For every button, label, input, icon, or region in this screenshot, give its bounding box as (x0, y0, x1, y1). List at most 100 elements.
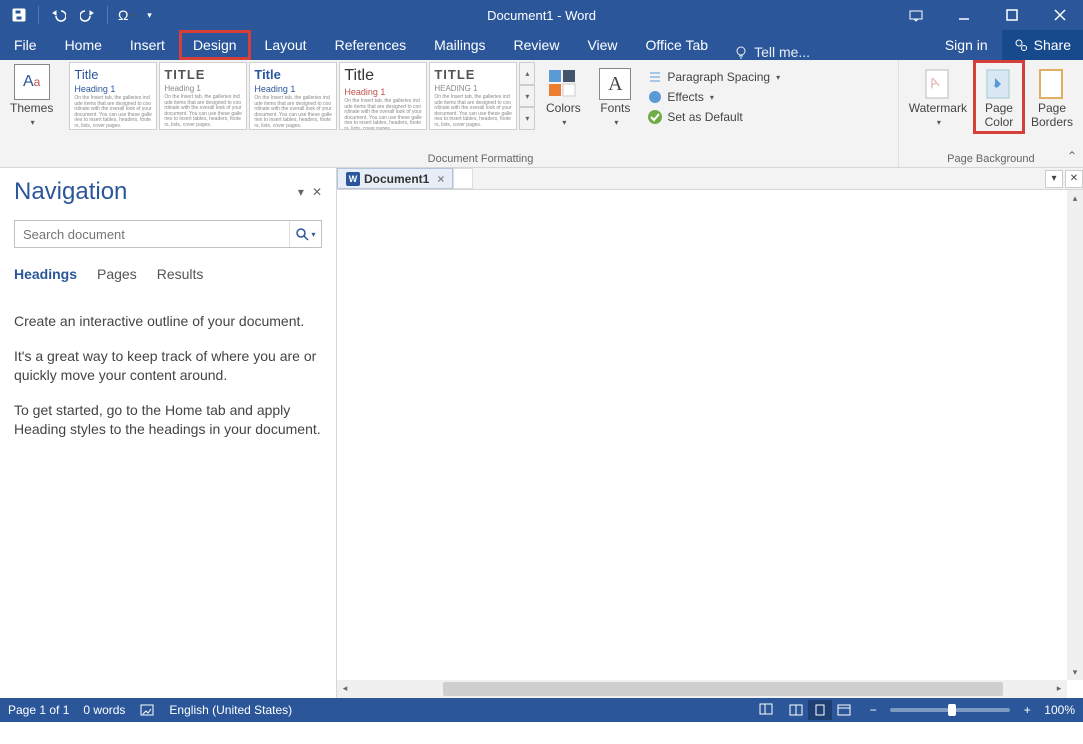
style-card[interactable]: TITLE HEADING 1 On the Insert tab, the g… (429, 62, 517, 130)
gallery-more-icon[interactable]: ▾ (519, 107, 535, 130)
status-bar: Page 1 of 1 0 words English (United Stat… (0, 698, 1083, 722)
document-tab-strip: W Document1 × ▾ ✕ (337, 168, 1083, 190)
style-gallery[interactable]: Title Heading 1 On the Insert tab, the g… (69, 62, 535, 148)
ribbon: Aa Themes ▾ Title Heading 1 On the Inser… (0, 60, 1083, 168)
status-language[interactable]: English (United States) (169, 703, 292, 717)
doc-formatting-label: Document Formatting (69, 151, 891, 167)
zoom-out-button[interactable]: − (866, 703, 880, 717)
read-mode-button[interactable] (784, 700, 808, 720)
colors-icon (547, 68, 579, 100)
collapse-ribbon-button[interactable]: ⌃ (1067, 149, 1077, 163)
zoom-slider[interactable] (890, 708, 1010, 712)
save-button[interactable] (6, 2, 32, 28)
nav-tab-pages[interactable]: Pages (97, 266, 137, 286)
vertical-scrollbar[interactable]: ▴ ▾ (1067, 190, 1083, 680)
page-borders-button[interactable]: Page Borders (1027, 62, 1077, 132)
scroll-down-icon[interactable]: ▾ (1067, 664, 1083, 680)
nav-close-icon[interactable]: ✕ (312, 185, 322, 199)
gallery-scroll[interactable]: ▴ ▾ ▾ (519, 62, 535, 130)
tab-references[interactable]: References (321, 30, 421, 60)
qat-customize[interactable]: ▾ (142, 2, 156, 28)
page-color-icon (983, 68, 1015, 100)
tab-home[interactable]: Home (51, 30, 116, 60)
watermark-button[interactable]: A Watermark▾ (905, 62, 971, 129)
redo-button[interactable] (75, 2, 101, 28)
tab-review[interactable]: Review (500, 30, 574, 60)
page-color-button[interactable]: Page Color (975, 62, 1023, 132)
themes-icon: Aa (14, 64, 50, 100)
group-document-formatting: Title Heading 1 On the Insert tab, the g… (63, 60, 898, 167)
page-bg-label: Page Background (905, 151, 1077, 167)
share-icon (1014, 38, 1028, 52)
zoom-level[interactable]: 100% (1044, 703, 1075, 717)
fonts-icon: A (599, 68, 631, 100)
style-card[interactable]: TITLE Heading 1 On the Insert tab, the g… (159, 62, 247, 130)
tell-me-search[interactable]: Tell me... (734, 44, 810, 60)
zoom-knob[interactable] (948, 704, 956, 716)
scroll-up-icon[interactable]: ▴ (1067, 190, 1083, 206)
symbol-button[interactable]: Ω▾ (114, 2, 138, 28)
ribbon-options-icon[interactable] (893, 0, 939, 30)
tab-office-tab[interactable]: Office Tab (632, 30, 723, 60)
status-page[interactable]: Page 1 of 1 (8, 703, 69, 717)
navigation-pane: Navigation ▾ ✕ ▾ Headings Pages Results … (0, 168, 337, 698)
search-icon (295, 227, 309, 241)
paragraph-spacing-icon (647, 69, 663, 85)
horizontal-scrollbar[interactable]: ◂ ▸ (337, 680, 1067, 698)
web-layout-button[interactable] (832, 700, 856, 720)
gallery-up-icon[interactable]: ▴ (519, 62, 535, 85)
search-document-box[interactable]: ▾ (14, 220, 322, 248)
group-page-background: A Watermark▾ Page Color Page Borders Pag… (899, 60, 1083, 167)
tab-layout[interactable]: Layout (251, 30, 321, 60)
sign-in-button[interactable]: Sign in (931, 30, 1002, 60)
tab-file[interactable]: File (0, 30, 51, 60)
nav-tab-results[interactable]: Results (157, 266, 204, 286)
quick-access-toolbar: Ω▾ ▾ (0, 2, 156, 28)
omega-label: Ω (118, 7, 128, 23)
status-proofing-icon[interactable] (139, 702, 155, 718)
formatting-options: Paragraph Spacing▾ Effects▾ Set as Defau… (643, 62, 784, 126)
effects-button[interactable]: Effects▾ (643, 88, 784, 106)
new-tab-button[interactable] (453, 168, 473, 189)
search-button[interactable]: ▾ (289, 221, 321, 247)
minimize-button[interactable] (941, 0, 987, 30)
paragraph-spacing-button[interactable]: Paragraph Spacing▾ (643, 68, 784, 86)
scroll-right-icon[interactable]: ▸ (1051, 680, 1067, 696)
gallery-down-icon[interactable]: ▾ (519, 85, 535, 108)
set-default-button[interactable]: Set as Default (643, 108, 784, 126)
document-canvas[interactable]: ▴ ▾ ◂ ▸ (337, 190, 1083, 698)
close-button[interactable] (1037, 0, 1083, 30)
nav-menu-icon[interactable]: ▾ (298, 185, 304, 199)
style-card[interactable]: Title Heading 1 On the Insert tab, the g… (249, 62, 337, 130)
document-tab-label: Document1 (364, 172, 429, 186)
macro-icon[interactable] (758, 701, 774, 720)
print-layout-button[interactable] (808, 700, 832, 720)
themes-button[interactable]: Aa Themes ▾ (6, 62, 57, 129)
tab-view[interactable]: View (573, 30, 631, 60)
themes-label: Themes (10, 102, 53, 116)
tab-insert[interactable]: Insert (116, 30, 179, 60)
document-area: W Document1 × ▾ ✕ ▴ ▾ ◂ ▸ (337, 168, 1083, 698)
tab-mailings[interactable]: Mailings (420, 30, 499, 60)
document-tab[interactable]: W Document1 × (337, 168, 453, 189)
undo-button[interactable] (45, 2, 71, 28)
tab-close-all-icon[interactable]: ✕ (1065, 170, 1083, 188)
style-card[interactable]: Title Heading 1 On the Insert tab, the g… (339, 62, 427, 130)
zoom-in-button[interactable]: + (1020, 703, 1034, 717)
search-input[interactable] (15, 227, 289, 242)
tab-menu-icon[interactable]: ▾ (1045, 170, 1063, 188)
share-button[interactable]: Share (1002, 30, 1083, 60)
scroll-left-icon[interactable]: ◂ (337, 680, 353, 696)
fonts-button[interactable]: A Fonts▾ (591, 62, 639, 129)
nav-title: Navigation (14, 178, 127, 206)
watermark-icon: A (922, 68, 954, 100)
scrollbar-thumb[interactable] (443, 682, 1003, 696)
tab-design[interactable]: Design (179, 30, 251, 60)
status-words[interactable]: 0 words (83, 703, 125, 717)
colors-button[interactable]: Colors▾ (539, 62, 587, 129)
nav-tab-headings[interactable]: Headings (14, 266, 77, 286)
close-tab-icon[interactable]: × (437, 172, 444, 186)
group-themes: Aa Themes ▾ (0, 60, 63, 167)
maximize-button[interactable] (989, 0, 1035, 30)
style-card[interactable]: Title Heading 1 On the Insert tab, the g… (69, 62, 157, 130)
